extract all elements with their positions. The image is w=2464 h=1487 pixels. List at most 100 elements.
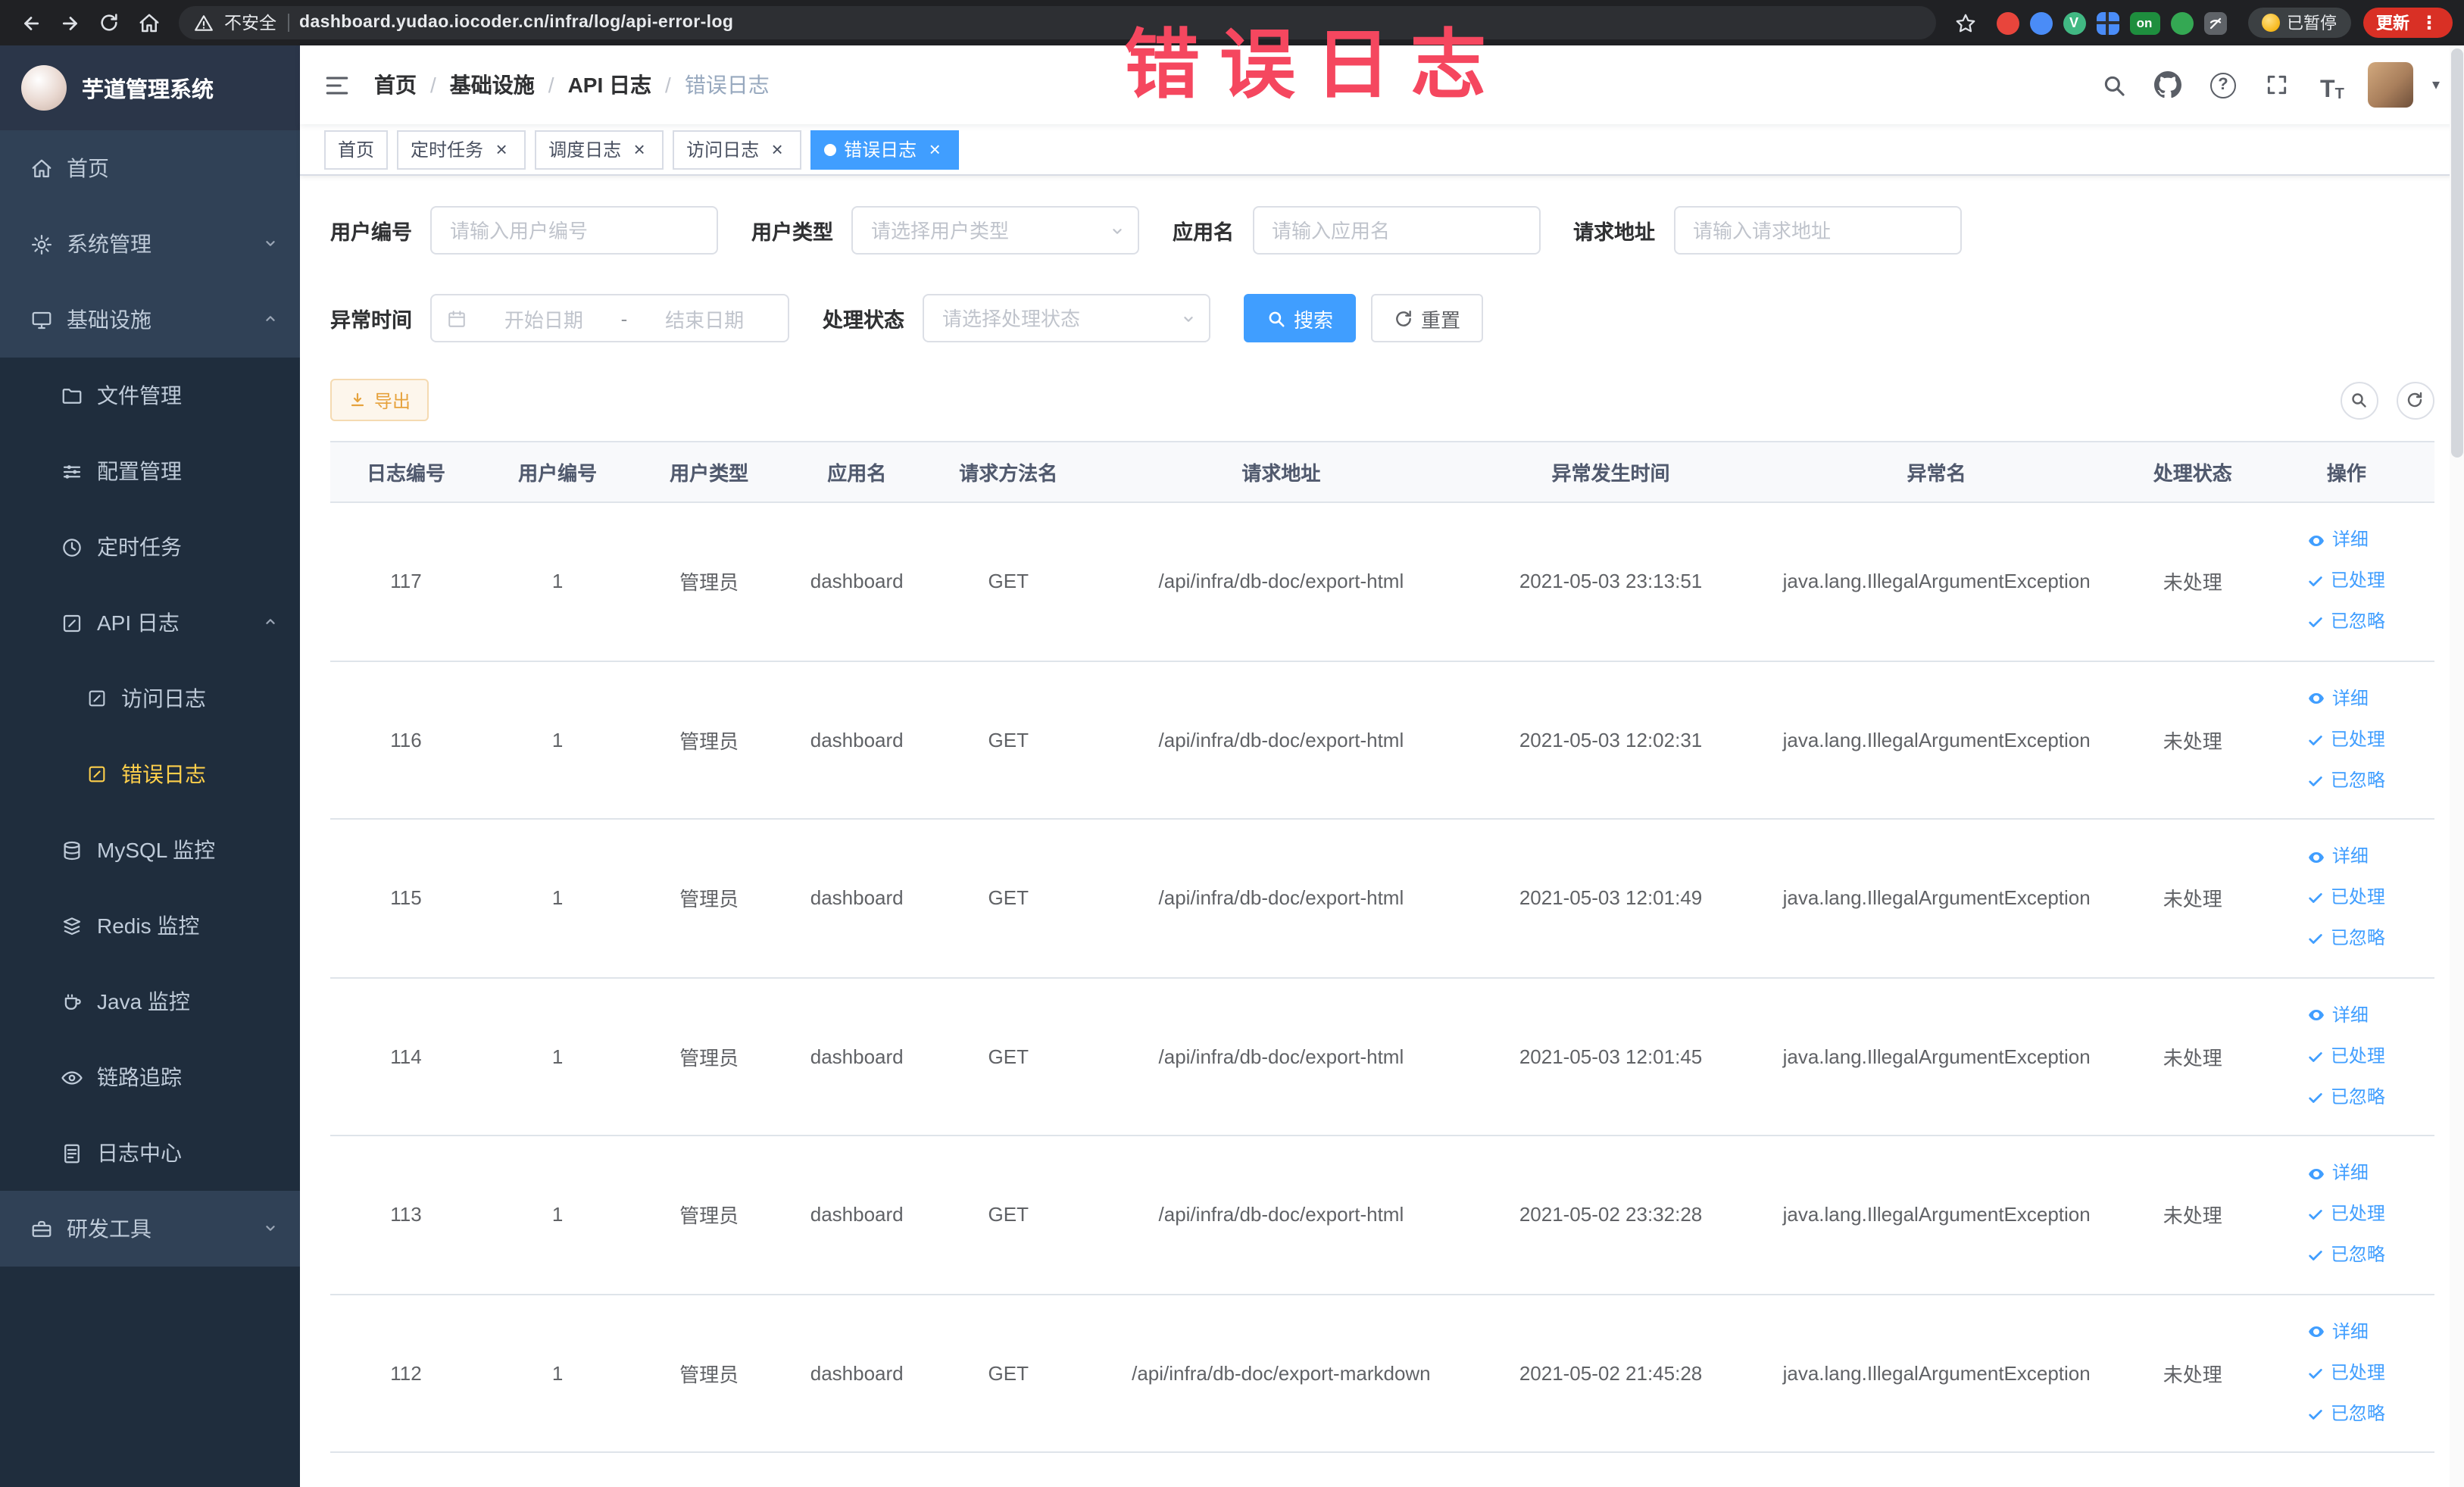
github-icon[interactable] [2150, 67, 2187, 103]
app-name-input[interactable] [1252, 206, 1540, 255]
detail-link[interactable]: 详细 [2308, 995, 2385, 1036]
close-icon[interactable]: × [767, 139, 788, 160]
sidebar-item-system-management[interactable]: 系统管理 [0, 206, 300, 282]
profile-paused-button[interactable]: 已暂停 [2247, 8, 2350, 38]
address-bar[interactable]: 不安全 dashboard.yudao.iocoder.cn/infra/log… [179, 6, 1935, 39]
sidebar-item-mysql-monitor[interactable]: MySQL 监控 [0, 812, 300, 888]
search-button[interactable]: 搜索 [1244, 294, 1357, 342]
sidebar-item-link-tracing[interactable]: 链路追踪 [0, 1039, 300, 1115]
app-logo[interactable]: 芋道管理系统 [0, 45, 300, 130]
mark-ignored-link[interactable]: 已忽略 [2308, 1236, 2385, 1276]
tab-scheduled-tasks[interactable]: 定时任务 × [397, 130, 526, 169]
reload-icon[interactable] [91, 5, 127, 41]
avatar-caret-icon[interactable]: ▾ [2432, 77, 2440, 93]
tab-error-log[interactable]: 错误日志 × [810, 130, 960, 169]
mark-ignored-link[interactable]: 已忽略 [2308, 761, 2385, 801]
end-date-placeholder: 结束日期 [665, 308, 745, 331]
mark-processed-link[interactable]: 已处理 [2308, 1195, 2385, 1236]
refresh-icon [2407, 392, 2422, 408]
mark-processed-link[interactable]: 已处理 [2308, 720, 2385, 761]
search-icon[interactable] [2096, 67, 2132, 103]
close-icon[interactable]: × [491, 139, 512, 160]
sidebar-item-scheduled-tasks[interactable]: 定时任务 [0, 509, 300, 585]
check-icon [2309, 1092, 2323, 1103]
monitor-icon [32, 311, 52, 329]
home-icon[interactable] [130, 5, 167, 41]
forward-icon[interactable] [52, 5, 88, 41]
filter-user-type: 用户类型 [751, 206, 1139, 255]
detail-link[interactable]: 详细 [2308, 679, 2385, 720]
bookmark-star-icon[interactable] [1947, 5, 1984, 41]
breadcrumb-item[interactable]: 首页 [374, 70, 417, 100]
mark-ignored-link[interactable]: 已忽略 [2308, 602, 2385, 643]
tab-access-log[interactable]: 访问日志 × [673, 130, 802, 169]
cell-request-url: /api/infra/db-doc/export-html [1088, 1136, 1475, 1295]
extension-grid-icon[interactable] [2096, 11, 2119, 34]
table-row: 112 1 管理员 dashboard GET /api/infra/db-do… [330, 1294, 2434, 1453]
user-type-select[interactable] [851, 206, 1139, 255]
chrome-update-button[interactable]: 更新 ⋮ [2363, 8, 2452, 38]
mark-processed-link[interactable]: 已处理 [2308, 1036, 2385, 1077]
sidebar-item-error-log[interactable]: 错误日志 [0, 736, 300, 812]
mark-processed-link[interactable]: 已处理 [2308, 878, 2385, 919]
toggle-search-button[interactable] [2340, 381, 2378, 419]
mark-processed-link[interactable]: 已处理 [2308, 561, 2385, 602]
sidebar-item-access-log[interactable]: 访问日志 [0, 661, 300, 736]
extension-tool-icon[interactable] [2203, 11, 2226, 34]
reset-button[interactable]: 重置 [1371, 294, 1484, 342]
tab-home[interactable]: 首页 [324, 130, 389, 169]
detail-link[interactable]: 详细 [2308, 1312, 2385, 1353]
refresh-table-button[interactable] [2396, 381, 2434, 419]
sidebar-item-label: Java 监控 [97, 989, 190, 1014]
sidebar-toggle-icon[interactable] [324, 72, 350, 98]
extension-icon[interactable] [1996, 11, 2019, 34]
cell-exception-name: java.lang.IllegalArgumentException [1747, 661, 2126, 820]
chevron-down-icon [262, 232, 279, 256]
detail-link[interactable]: 详细 [2308, 520, 2385, 561]
mark-ignored-link[interactable]: 已忽略 [2308, 919, 2385, 960]
export-button[interactable]: 导出 [330, 379, 429, 421]
date-range-picker[interactable]: 开始日期 - 结束日期 [430, 294, 789, 342]
cell-actions: 详细 已处理 已忽略 [2259, 502, 2434, 661]
user-avatar[interactable] [2368, 62, 2414, 108]
close-icon[interactable]: × [924, 139, 945, 160]
user-id-input[interactable] [430, 206, 718, 255]
cell-log-id: 114 [330, 977, 482, 1136]
extension-on-badge[interactable]: on [2129, 11, 2160, 34]
sidebar-item-log-center[interactable]: 日志中心 [0, 1115, 300, 1191]
extension-leaf-icon[interactable] [2170, 11, 2193, 34]
detail-link[interactable]: 详细 [2308, 837, 2385, 878]
on-label: on [2136, 15, 2153, 30]
breadcrumb-item[interactable]: 基础设施 [450, 70, 535, 100]
fullscreen-icon[interactable] [2259, 67, 2296, 103]
sidebar-item-api-logs[interactable]: API 日志 [0, 585, 300, 661]
error-log-table: 日志编号 用户编号 用户类型 应用名 请求方法名 请求地址 异常发生时间 异常名… [330, 441, 2434, 1453]
close-icon[interactable]: × [629, 139, 650, 160]
mark-ignored-link[interactable]: 已忽略 [2308, 1394, 2385, 1435]
scrollbar-thumb[interactable] [2450, 48, 2462, 458]
request-url-input[interactable] [1673, 206, 1961, 255]
sidebar-item-infrastructure[interactable]: 基础设施 [0, 282, 300, 358]
mark-processed-link[interactable]: 已处理 [2308, 1353, 2385, 1394]
extension-icon[interactable] [2029, 11, 2052, 34]
cell-status: 未处理 [2125, 502, 2259, 661]
table-row: 114 1 管理员 dashboard GET /api/infra/db-do… [330, 977, 2434, 1136]
sidebar-item-home[interactable]: 首页 [0, 130, 300, 206]
sidebar-item-file-management[interactable]: 文件管理 [0, 358, 300, 433]
sidebar-item-java-monitor[interactable]: Java 监控 [0, 964, 300, 1039]
breadcrumb-item[interactable]: API 日志 [568, 70, 651, 100]
sidebar-item-config-management[interactable]: 配置管理 [0, 433, 300, 509]
sidebar-item-redis-monitor[interactable]: Redis 监控 [0, 888, 300, 964]
browser-menu-icon[interactable]: ⋮ [2420, 12, 2438, 33]
process-status-select[interactable] [923, 294, 1210, 342]
tab-dispatch-log[interactable]: 调度日志 × [535, 130, 664, 169]
back-icon[interactable] [12, 5, 48, 41]
vue-devtools-icon[interactable]: V [2063, 11, 2085, 34]
tab-label: 错误日志 [844, 139, 917, 161]
detail-link[interactable]: 详细 [2308, 1154, 2385, 1195]
help-icon[interactable]: ? [2205, 67, 2241, 103]
sidebar-item-dev-tools[interactable]: 研发工具 [0, 1191, 300, 1267]
font-size-icon[interactable]: TT [2314, 67, 2350, 103]
cell-exception-time: 2021-05-03 12:01:49 [1474, 819, 1747, 978]
mark-ignored-link[interactable]: 已忽略 [2308, 1077, 2385, 1118]
